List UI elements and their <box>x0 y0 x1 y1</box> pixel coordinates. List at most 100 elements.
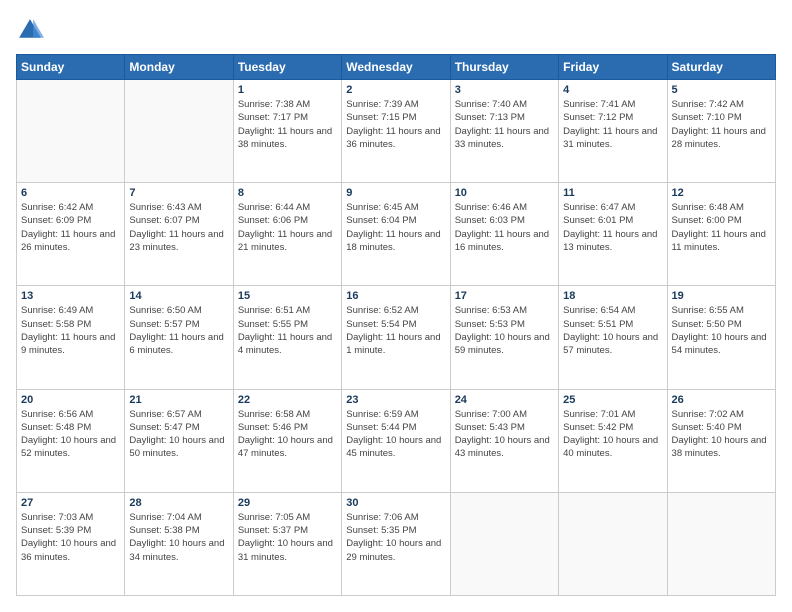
day-info: Sunrise: 6:47 AMSunset: 6:01 PMDaylight:… <box>563 201 662 254</box>
calendar-body: 1 Sunrise: 7:38 AMSunset: 7:17 PMDaylight… <box>17 80 776 596</box>
day-info: Sunrise: 6:46 AMSunset: 6:03 PMDaylight:… <box>455 201 554 254</box>
day-cell: 5Sunrise: 7:42 AMSunset: 7:10 PMDaylight… <box>667 80 775 183</box>
day-cell: 25 Sunrise: 7:01 AMSunset: 5:42 PMDayligh… <box>559 389 667 492</box>
day-number: 26 <box>672 394 771 406</box>
day-number: 19 <box>672 290 771 302</box>
day-info: Sunrise: 6:57 AMSunset: 5:47 PMDaylight:… <box>129 408 228 461</box>
day-cell: 29 Sunrise: 7:05 AMSunset: 5:37 PMDayligh… <box>233 492 341 595</box>
day-info: Sunrise: 6:59 AMSunset: 5:44 PMDaylight:… <box>346 408 445 461</box>
day-cell: 21 Sunrise: 6:57 AMSunset: 5:47 PMDayligh… <box>125 389 233 492</box>
weekday-saturday: Saturday <box>667 55 775 80</box>
day-cell <box>667 492 775 595</box>
day-cell: 3 Sunrise: 7:40 AMSunset: 7:13 PMDaylight… <box>450 80 558 183</box>
day-number: 21 <box>129 394 228 406</box>
day-number: 4 <box>563 84 662 96</box>
day-number: 22 <box>238 394 337 406</box>
day-cell: 14Sunrise: 6:50 AMSunset: 5:57 PMDayligh… <box>125 286 233 389</box>
day-number: 18 <box>563 290 662 302</box>
day-cell: 24 Sunrise: 7:00 AMSunset: 5:43 PMDayligh… <box>450 389 558 492</box>
day-info: Sunrise: 6:52 AMSunset: 5:54 PMDaylight:… <box>346 304 445 357</box>
day-cell: 6 Sunrise: 6:42 AMSunset: 6:09 PMDaylight… <box>17 183 125 286</box>
day-info: Sunrise: 7:39 AMSunset: 7:15 PMDaylight:… <box>346 98 445 151</box>
day-cell: 18Sunrise: 6:54 AMSunset: 5:51 PMDayligh… <box>559 286 667 389</box>
day-cell: 10 Sunrise: 6:46 AMSunset: 6:03 PMDayligh… <box>450 183 558 286</box>
day-cell: 8 Sunrise: 6:44 AMSunset: 6:06 PMDaylight… <box>233 183 341 286</box>
day-info: Sunrise: 7:40 AMSunset: 7:13 PMDaylight:… <box>455 98 554 151</box>
day-info: Sunrise: 6:45 AMSunset: 6:04 PMDaylight:… <box>346 201 445 254</box>
calendar-table: SundayMondayTuesdayWednesdayThursdayFrid… <box>16 54 776 596</box>
day-cell: 11 Sunrise: 6:47 AMSunset: 6:01 PMDayligh… <box>559 183 667 286</box>
day-number: 5 <box>672 84 771 96</box>
day-info: Sunrise: 6:53 AMSunset: 5:53 PMDaylight:… <box>455 304 554 357</box>
day-number: 3 <box>455 84 554 96</box>
day-number: 1 <box>238 84 337 96</box>
day-number: 12 <box>672 187 771 199</box>
day-info: Sunrise: 6:43 AMSunset: 6:07 PMDaylight:… <box>129 201 228 254</box>
weekday-friday: Friday <box>559 55 667 80</box>
day-cell <box>125 80 233 183</box>
day-cell <box>450 492 558 595</box>
day-cell: 17 Sunrise: 6:53 AMSunset: 5:53 PMDayligh… <box>450 286 558 389</box>
day-cell: 23 Sunrise: 6:59 AMSunset: 5:44 PMDayligh… <box>342 389 450 492</box>
day-number: 24 <box>455 394 554 406</box>
logo <box>16 16 48 44</box>
day-info: Sunrise: 7:41 AMSunset: 7:12 PMDaylight:… <box>563 98 662 151</box>
day-info: Sunrise: 6:48 AMSunset: 6:00 PMDaylight:… <box>672 201 771 254</box>
day-info: Sunrise: 7:01 AMSunset: 5:42 PMDaylight:… <box>563 408 662 461</box>
calendar-header: SundayMondayTuesdayWednesdayThursdayFrid… <box>17 55 776 80</box>
header <box>16 16 776 44</box>
day-info: Sunrise: 7:04 AMSunset: 5:38 PMDaylight:… <box>129 511 228 564</box>
week-row-5: 27Sunrise: 7:03 AMSunset: 5:39 PMDayligh… <box>17 492 776 595</box>
day-info: Sunrise: 7:06 AMSunset: 5:35 PMDaylight:… <box>346 511 445 564</box>
weekday-tuesday: Tuesday <box>233 55 341 80</box>
day-cell: 9 Sunrise: 6:45 AMSunset: 6:04 PMDaylight… <box>342 183 450 286</box>
day-number: 30 <box>346 497 445 509</box>
day-cell: 13Sunrise: 6:49 AMSunset: 5:58 PMDayligh… <box>17 286 125 389</box>
day-info: Sunrise: 7:03 AMSunset: 5:39 PMDaylight:… <box>21 511 120 564</box>
day-info: Sunrise: 6:51 AMSunset: 5:55 PMDaylight:… <box>238 304 337 357</box>
day-cell: 19 Sunrise: 6:55 AMSunset: 5:50 PMDayligh… <box>667 286 775 389</box>
logo-icon <box>16 16 44 44</box>
day-number: 14 <box>129 290 228 302</box>
day-cell <box>17 80 125 183</box>
day-cell: 12 Sunrise: 6:48 AMSunset: 6:00 PMDayligh… <box>667 183 775 286</box>
day-cell: 15 Sunrise: 6:51 AMSunset: 5:55 PMDayligh… <box>233 286 341 389</box>
day-number: 13 <box>21 290 120 302</box>
day-number: 6 <box>21 187 120 199</box>
day-number: 16 <box>346 290 445 302</box>
day-info: Sunrise: 7:38 AMSunset: 7:17 PMDaylight:… <box>238 98 337 151</box>
day-number: 20 <box>21 394 120 406</box>
day-info: Sunrise: 7:02 AMSunset: 5:40 PMDaylight:… <box>672 408 771 461</box>
weekday-thursday: Thursday <box>450 55 558 80</box>
day-cell: 22 Sunrise: 6:58 AMSunset: 5:46 PMDayligh… <box>233 389 341 492</box>
day-number: 11 <box>563 187 662 199</box>
day-cell: 16 Sunrise: 6:52 AMSunset: 5:54 PMDayligh… <box>342 286 450 389</box>
day-cell: 4 Sunrise: 7:41 AMSunset: 7:12 PMDaylight… <box>559 80 667 183</box>
day-number: 23 <box>346 394 445 406</box>
day-cell: 7Sunrise: 6:43 AMSunset: 6:07 PMDaylight… <box>125 183 233 286</box>
day-info: Sunrise: 6:56 AMSunset: 5:48 PMDaylight:… <box>21 408 120 461</box>
day-info: Sunrise: 7:05 AMSunset: 5:37 PMDaylight:… <box>238 511 337 564</box>
day-info: Sunrise: 6:58 AMSunset: 5:46 PMDaylight:… <box>238 408 337 461</box>
day-number: 8 <box>238 187 337 199</box>
day-cell: 20 Sunrise: 6:56 AMSunset: 5:48 PMDayligh… <box>17 389 125 492</box>
weekday-sunday: Sunday <box>17 55 125 80</box>
weekday-header-row: SundayMondayTuesdayWednesdayThursdayFrid… <box>17 55 776 80</box>
week-row-4: 20 Sunrise: 6:56 AMSunset: 5:48 PMDayligh… <box>17 389 776 492</box>
day-number: 28 <box>129 497 228 509</box>
day-cell <box>559 492 667 595</box>
day-info: Sunrise: 6:42 AMSunset: 6:09 PMDaylight:… <box>21 201 120 254</box>
day-number: 17 <box>455 290 554 302</box>
day-info: Sunrise: 6:55 AMSunset: 5:50 PMDaylight:… <box>672 304 771 357</box>
day-number: 29 <box>238 497 337 509</box>
week-row-2: 6 Sunrise: 6:42 AMSunset: 6:09 PMDaylight… <box>17 183 776 286</box>
day-cell: 1 Sunrise: 7:38 AMSunset: 7:17 PMDaylight… <box>233 80 341 183</box>
day-info: Sunrise: 7:00 AMSunset: 5:43 PMDaylight:… <box>455 408 554 461</box>
day-number: 9 <box>346 187 445 199</box>
day-number: 25 <box>563 394 662 406</box>
day-info: Sunrise: 6:44 AMSunset: 6:06 PMDaylight:… <box>238 201 337 254</box>
day-cell: 26 Sunrise: 7:02 AMSunset: 5:40 PMDayligh… <box>667 389 775 492</box>
day-number: 10 <box>455 187 554 199</box>
day-number: 15 <box>238 290 337 302</box>
page: SundayMondayTuesdayWednesdayThursdayFrid… <box>0 0 792 612</box>
